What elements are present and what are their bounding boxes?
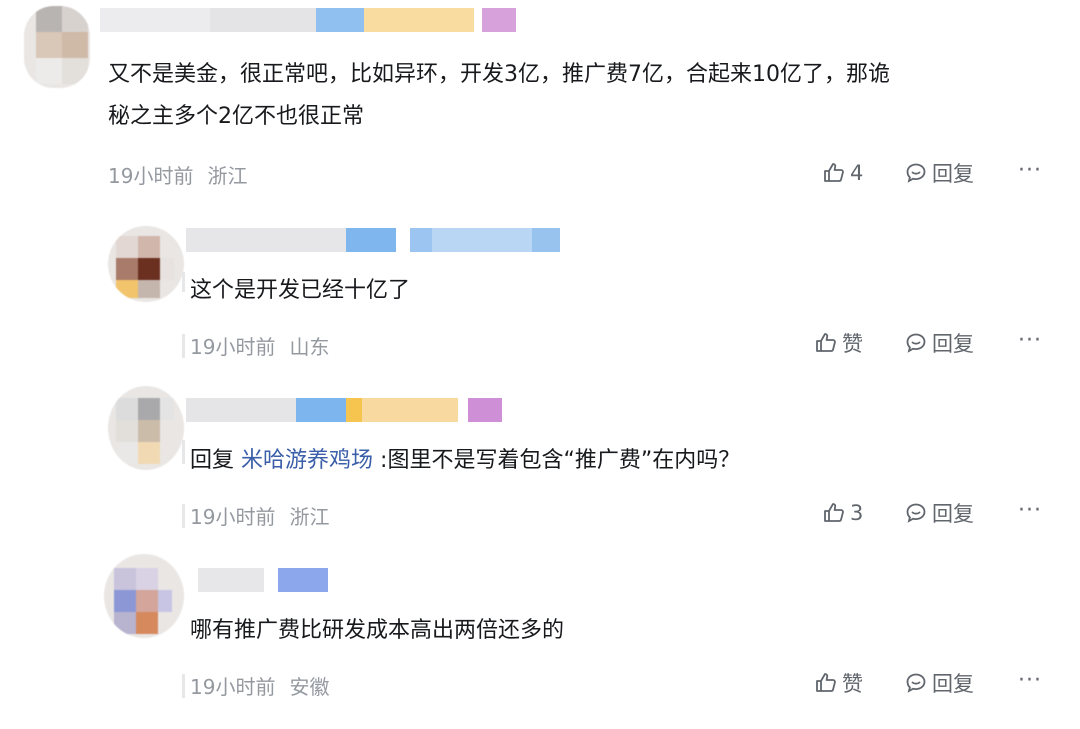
- username-blurred[interactable]: [198, 568, 328, 592]
- comment-actions: 赞 回复 ···: [0, 328, 1080, 358]
- comment-text: 回复 米哈游养鸡场 :图里不是写着包含“推广费”在内吗？: [190, 440, 740, 482]
- more-dots-icon: ···: [1018, 668, 1042, 693]
- more-options-button[interactable]: ···: [1018, 158, 1042, 183]
- thumbs-up-icon: [816, 333, 836, 352]
- comment-item: 又不是美金，很正常吧，比如异环，开发3亿，推广费7亿，合起来10亿了，那诡 秘之…: [0, 0, 1080, 200]
- more-dots-icon: ···: [1018, 498, 1042, 523]
- reply-item: 这个是开发已经十亿了 19小时前 山东 赞 回复 ···: [0, 210, 1080, 380]
- reply-item: 哪有推广费比研发成本高出两倍还多的 19小时前 安徽 赞 回复 ···: [0, 550, 1080, 729]
- thumbs-up-icon: [824, 503, 844, 522]
- reply-label: 回复: [932, 502, 974, 526]
- thumbs-up-icon: [824, 163, 844, 182]
- reply-item: 回复 米哈游养鸡场 :图里不是写着包含“推广费”在内吗？ 19小时前 浙江 3 回…: [0, 380, 1080, 550]
- like-button[interactable]: 赞: [814, 328, 863, 358]
- like-button[interactable]: 赞: [814, 668, 863, 698]
- reply-label: 回复: [932, 162, 974, 186]
- like-count: 4: [850, 161, 864, 185]
- comment-actions: 赞 回复 ···: [0, 668, 1080, 698]
- reply-body: :图里不是写着包含“推广费”在内吗？: [380, 448, 741, 473]
- reply-button[interactable]: 回复: [904, 498, 974, 528]
- avatar[interactable]: [24, 6, 90, 88]
- chat-bubble-icon: [906, 163, 926, 183]
- thread-line: [182, 440, 185, 464]
- comment-text: 这个是开发已经十亿了: [190, 278, 411, 303]
- more-dots-icon: ···: [1018, 158, 1042, 183]
- like-label: 赞: [842, 332, 863, 356]
- avatar[interactable]: [104, 554, 184, 638]
- reply-button[interactable]: 回复: [904, 158, 974, 188]
- chat-bubble-icon: [906, 673, 926, 693]
- reply-label: 回复: [932, 672, 974, 696]
- reply-label: 回复: [932, 332, 974, 356]
- username-blurred[interactable]: [100, 8, 516, 32]
- like-label: 赞: [842, 672, 863, 696]
- comment-actions: 3 回复 ···: [0, 498, 1080, 528]
- reply-button[interactable]: 回复: [904, 328, 974, 358]
- more-options-button[interactable]: ···: [1018, 328, 1042, 353]
- comment-text: 又不是美金，很正常吧，比如异环，开发3亿，推广费7亿，合起来10亿了，那诡 秘之…: [108, 62, 890, 129]
- mention-link[interactable]: 米哈游养鸡场: [241, 448, 373, 473]
- reply-prefix: 回复: [190, 448, 235, 473]
- avatar[interactable]: [108, 226, 184, 302]
- avatar[interactable]: [108, 386, 184, 470]
- comment-actions: 4 回复 ···: [0, 158, 1080, 188]
- thumbs-up-icon: [816, 673, 836, 692]
- username-blurred[interactable]: [186, 398, 502, 422]
- username-blurred[interactable]: [186, 228, 560, 252]
- chat-bubble-icon: [906, 503, 926, 523]
- reply-button[interactable]: 回复: [904, 668, 974, 698]
- like-count: 3: [850, 501, 864, 525]
- more-dots-icon: ···: [1018, 328, 1042, 353]
- more-options-button[interactable]: ···: [1018, 668, 1042, 693]
- thread-line: [182, 272, 185, 292]
- like-button[interactable]: 3: [822, 498, 863, 528]
- more-options-button[interactable]: ···: [1018, 498, 1042, 523]
- like-button[interactable]: 4: [822, 158, 863, 188]
- chat-bubble-icon: [906, 333, 926, 353]
- comment-text: 哪有推广费比研发成本高出两倍还多的: [190, 618, 565, 643]
